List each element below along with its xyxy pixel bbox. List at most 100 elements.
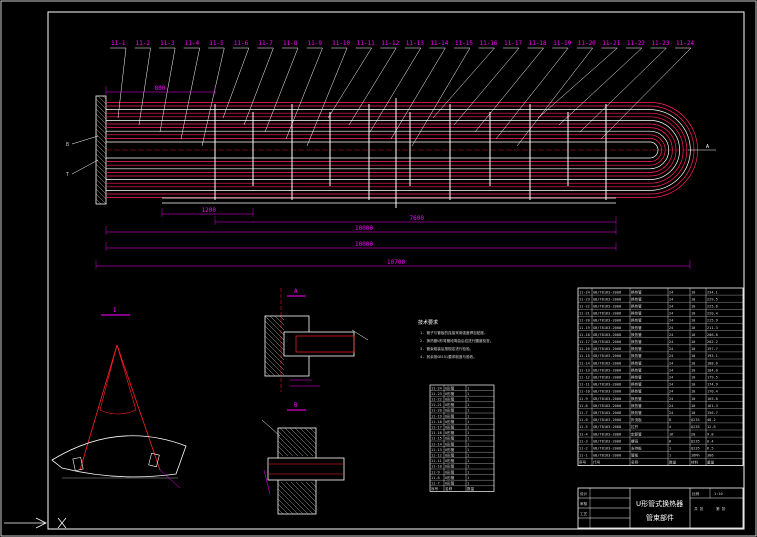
balloon-label: 11-17 [504,40,522,47]
tech-note-3: 3. 管束组装后按规定进行检验。 [420,346,473,351]
main-table-cell: 220.4 [707,312,718,316]
main-table-cell: 换热管 [631,360,642,365]
main-table-cell: GB/T8163-2008 [593,404,621,408]
balloon-label: 11-5 [209,40,224,47]
main-table-cell: 10 [691,361,695,365]
main-table-cell: 11-13 [579,368,590,372]
main-table-cell: 11-19 [579,326,590,330]
hatch-line [277,430,304,457]
hatch-line [277,450,284,457]
main-table-cell: 换热管 [631,346,642,351]
main-table-cell: 11-1 [579,454,588,458]
main-table-cell: 10 [691,354,695,358]
small-table-cell: U形管 [445,469,455,474]
left-mark-t: T [66,172,69,178]
balloon-label: 11-18 [529,40,547,47]
small-table-cell: U形管 [445,397,455,402]
main-table-cell: 11-20 [579,319,590,323]
main-table-cell: 24 [669,397,673,401]
main-table-cell: GB/T8163-2008 [593,411,621,415]
main-table-cell: 10 [691,411,695,415]
main-table-cell: 10 [691,305,695,309]
main-table-cell: GB/T8163-2008 [593,390,621,394]
tech-note-2: 2. 换热管U形弯管段弯曲后应进行圆度检查。 [420,338,493,343]
hatch-line [95,128,107,140]
hatch-line [277,483,309,515]
small-table-cell: 1 [467,392,469,396]
main-table-cell: 定距管 [631,431,642,436]
hatch-line [279,315,285,321]
balloon-leader [285,47,323,140]
main-table-cell: 24 [669,354,673,358]
main-table-cell: 24 [669,297,673,301]
small-table-cell: 1 [467,420,469,424]
detail-b-view: B [261,402,345,515]
main-table-cell: 10 [691,383,695,387]
balloon-label: 11-19 [553,40,571,47]
small-table-cell: 11-24 [431,386,442,390]
main-table-cell: 24 [669,319,673,323]
tech-note-4: 4. 其余按GB151要求制造与验收。 [420,354,477,359]
hatch-line [294,427,317,450]
hatch-line [289,427,317,455]
main-table-cell: 换热管 [631,325,642,330]
dimension-label: 10000 [355,225,373,232]
main-table-cell: 24 [669,347,673,351]
hatch-line [95,173,107,185]
hatch-line [277,435,299,457]
main-table-cell: GB/T8163-2008 [593,418,621,422]
main-table-cell: 换热管 [631,375,642,380]
balloon-label: 11-10 [332,40,350,47]
main-table-header-cell: 序号 [579,460,587,465]
main-table-cell: GB/T8163-2008 [593,340,621,344]
balloon-label: 11-15 [455,40,473,47]
small-table-cell: U形管 [445,436,455,441]
main-table-cell: Q235 [691,439,700,443]
main-table-cell: GB/T8163-2008 [593,368,621,372]
main-table-cell: 156.7 [707,411,718,415]
main-table-cell: 225.0 [707,305,718,309]
main-table-cell: 9.8 [707,432,714,436]
main-table-cell: 管板 [631,453,639,458]
small-table-cell: 1 [467,448,469,452]
main-table-cell: 11-5 [579,425,588,429]
detail-b-tube [267,457,345,481]
dimension-label: 10000 [355,241,373,248]
main-table-cell: 换热管 [631,296,642,301]
main-table-cell: 11-18 [579,333,590,337]
balloon-leader [222,47,250,119]
hatch-line [277,445,289,457]
main-table-cell: 24 [669,411,673,415]
hatch-line [95,163,107,175]
main-table-cell: 10 [691,326,695,330]
balloon-label: 11-24 [676,40,694,47]
small-table-cell: 11-16 [431,431,442,435]
balloon-leader [579,47,667,133]
hatch-line [305,481,317,493]
main-table-cell: 11-12 [579,376,590,380]
small-table-cell: 11-17 [431,426,442,430]
hatch-line [290,481,317,508]
main-table-cell: GB/T8163-2008 [593,425,621,429]
detail-a-tube [283,331,355,357]
main-table-cell: 11-7 [579,411,588,415]
balloon-leader [264,47,299,133]
sector-ray-left [79,344,118,471]
main-table-cell: GB/T8163-2008 [593,361,621,365]
small-table-cell: 1 [467,409,469,413]
small-table-cell: U形管 [445,391,455,396]
main-table-cell: 10 [691,390,695,394]
small-table-cell: U形管 [445,419,455,424]
main-table-cell: 234.1 [707,290,718,294]
dimension-label: 10700 [387,259,405,266]
small-table-cell: 1 [467,442,469,446]
small-table-cell: 1 [467,482,469,486]
hatch-line [309,427,317,435]
main-table-cell: 24 [669,312,673,316]
balloon-label: 11-13 [406,40,424,47]
main-table-cell: 10 [691,312,695,316]
tb-review: 审核 [580,501,588,506]
title-block: 设计 审核 工艺 比例 1:10 共 张 第 张 U形管式换热器 管束部件 [577,487,744,529]
main-table-cell: 48.2 [707,418,716,422]
hatch-line [280,481,314,515]
